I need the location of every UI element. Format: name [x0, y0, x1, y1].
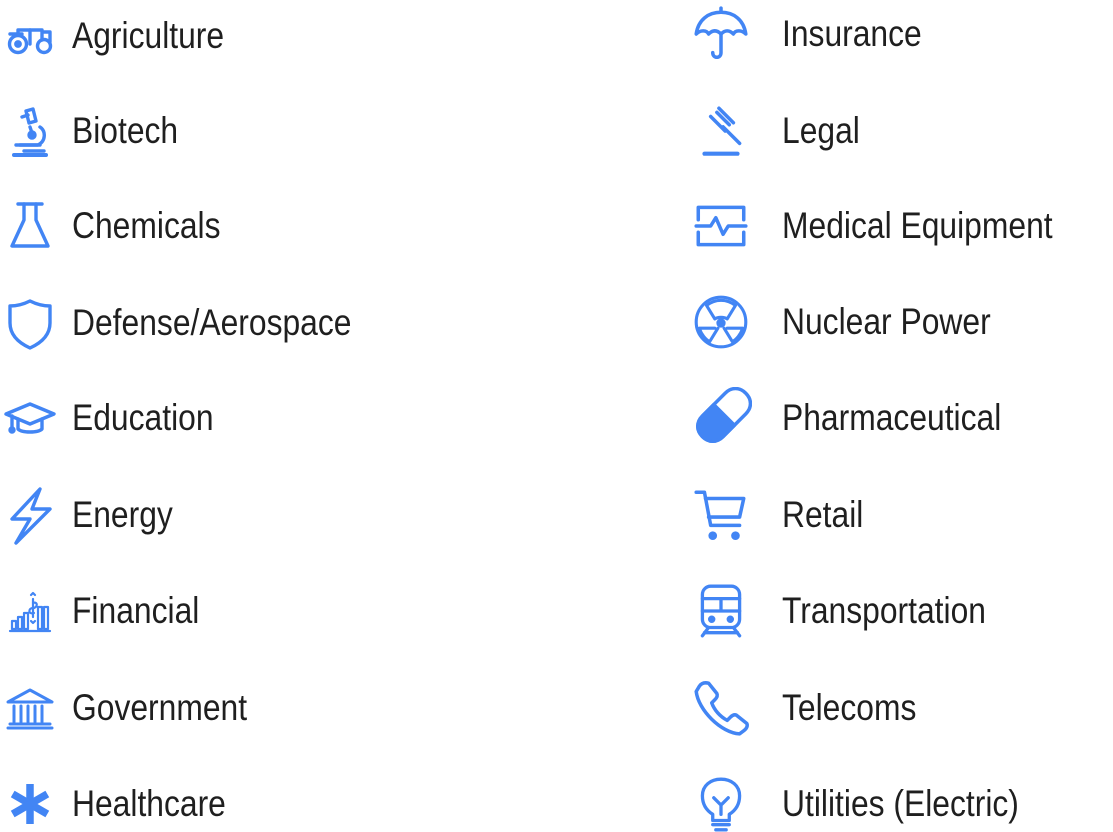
heart-monitor-icon: [690, 194, 782, 258]
industry-item-healthcare[interactable]: Healthcare: [0, 772, 251, 832]
industry-item-energy[interactable]: Energy: [0, 483, 189, 547]
bank-building-icon: [0, 676, 72, 740]
industry-item-legal[interactable]: Legal: [690, 99, 873, 163]
industry-item-transportation[interactable]: Transportation: [690, 579, 1019, 643]
radioactive-icon: [690, 290, 782, 354]
train-icon: [690, 579, 782, 643]
gavel-icon: [690, 99, 782, 163]
industry-label: Financial: [72, 590, 200, 631]
industry-item-biotech[interactable]: Biotech: [0, 99, 195, 163]
industry-label: Healthcare: [72, 783, 226, 824]
industry-label: Biotech: [72, 110, 179, 151]
flask-icon: [0, 194, 72, 258]
pill-icon: [690, 386, 782, 450]
industry-label: Energy: [72, 494, 173, 535]
industry-item-nuclear-power[interactable]: Nuclear Power: [690, 290, 1025, 354]
asterisk-icon: [0, 772, 72, 832]
lightbulb-icon: [690, 772, 782, 832]
industry-label: Telecoms: [782, 687, 917, 728]
industry-label: Chemicals: [72, 205, 221, 246]
industry-item-insurance[interactable]: Insurance: [690, 2, 945, 66]
industry-item-financial[interactable]: Financial: [0, 579, 220, 643]
phone-icon: [690, 676, 782, 740]
industry-label: Pharmaceutical: [782, 397, 1002, 438]
industry-label: Utilities (Electric): [782, 783, 1019, 824]
umbrella-icon: [690, 2, 782, 66]
industry-label: Defense/Aerospace: [72, 302, 352, 343]
industry-item-utilities-electric[interactable]: Utilities (Electric): [690, 772, 1057, 832]
industry-item-agriculture[interactable]: Agriculture: [0, 4, 249, 68]
industry-label: Insurance: [782, 13, 922, 54]
industry-list: Agriculture Biotech Chemicals Defense/Ae…: [0, 0, 1113, 832]
industry-label: Education: [72, 397, 214, 438]
industry-item-retail[interactable]: Retail: [690, 483, 877, 547]
industry-item-telecoms[interactable]: Telecoms: [690, 676, 938, 740]
industry-item-government[interactable]: Government: [0, 676, 276, 740]
industry-item-pharmaceutical[interactable]: Pharmaceutical: [690, 386, 1037, 450]
industry-item-education[interactable]: Education: [0, 386, 237, 450]
industry-label: Transportation: [782, 590, 986, 631]
industry-label: Legal: [782, 110, 860, 151]
industry-item-defense-aerospace[interactable]: Defense/Aerospace: [0, 291, 397, 355]
industry-label: Nuclear Power: [782, 301, 991, 342]
microscope-icon: [0, 99, 72, 163]
graduation-cap-icon: [0, 386, 72, 450]
tractor-icon: [0, 4, 72, 68]
industry-item-medical-equipment[interactable]: Medical Equipment: [690, 194, 1097, 258]
industry-item-chemicals[interactable]: Chemicals: [0, 194, 245, 258]
industry-label: Agriculture: [72, 15, 225, 56]
finance-chart-icon: [0, 579, 72, 643]
shield-icon: [0, 291, 72, 355]
shopping-cart-icon: [690, 483, 782, 547]
industry-label: Medical Equipment: [782, 205, 1053, 246]
lightning-bolt-icon: [0, 483, 72, 547]
industry-label: Retail: [782, 494, 864, 535]
industry-label: Government: [72, 687, 248, 728]
